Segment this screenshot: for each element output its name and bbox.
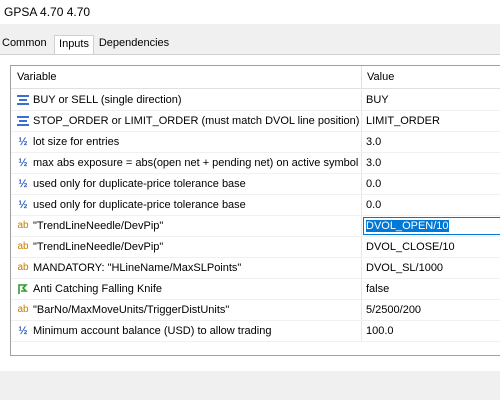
window-title: GPSA 4.70 4.70 <box>4 5 91 19</box>
variable-name: "BarNo/MaxMoveUnits/TriggerDistUnits" <box>33 304 230 316</box>
value-cell[interactable]: 3.0 <box>366 153 381 173</box>
table-row[interactable]: ½ lot size for entries 3.0 <box>11 132 500 153</box>
table-row[interactable]: BUY or SELL (single direction) BUY <box>11 90 500 111</box>
table-row[interactable]: ab "BarNo/MaxMoveUnits/TriggerDistUnits" 5… <box>11 300 500 321</box>
tab-common[interactable]: Common <box>2 35 47 53</box>
value-cell[interactable]: 0.0 <box>366 174 381 194</box>
table-row[interactable]: ab MANDATORY: "HLineName/MaxSLPoints" DVOL… <box>11 258 500 279</box>
variable-name: Minimum account balance (USD) to allow t… <box>33 325 272 337</box>
table-row[interactable]: ½ used only for duplicate-price tolerance… <box>11 174 500 195</box>
variable-name: used only for duplicate-price tolerance … <box>33 178 246 190</box>
grid-header: Variable Value <box>11 66 500 89</box>
table-row[interactable]: STOP_ORDER or LIMIT_ORDER (must match DV… <box>11 111 500 132</box>
tab-dependencies[interactable]: Dependencies <box>98 35 170 53</box>
table-row[interactable]: ½ Minimum account balance (USD) to allow … <box>11 321 500 342</box>
value-cell[interactable]: 0.0 <box>366 195 381 215</box>
fraction-icon: ½ <box>18 199 28 211</box>
column-separator <box>361 174 362 194</box>
column-separator <box>361 153 362 173</box>
inputs-panel: Variable Value BUY or SELL (single direc… <box>0 54 500 371</box>
column-separator <box>361 195 362 215</box>
variable-name: STOP_ORDER or LIMIT_ORDER (must match DV… <box>33 115 360 127</box>
string-icon: ab <box>17 241 29 252</box>
value-cell[interactable]: DVOL_CLOSE/10 <box>366 237 455 257</box>
bool-icon <box>16 279 30 299</box>
variable-name: max abs exposure = abs(open net + pendin… <box>33 157 359 169</box>
column-separator <box>361 321 362 341</box>
variable-name: lot size for entries <box>33 136 120 148</box>
variable-name: "TrendLineNeedle/DevPip" <box>33 220 164 232</box>
fraction-icon: ½ <box>18 136 28 148</box>
enum-icon <box>16 111 30 131</box>
fraction-icon: ½ <box>18 178 28 190</box>
variable-name: MANDATORY: "HLineName/MaxSLPoints" <box>33 262 242 274</box>
value-cell[interactable]: BUY <box>366 90 389 110</box>
value-cell[interactable]: 3.0 <box>366 132 381 152</box>
column-separator <box>361 279 362 299</box>
table-row[interactable]: Anti Catching Falling Knife false <box>11 279 500 300</box>
value-cell[interactable]: LIMIT_ORDER <box>366 111 440 131</box>
header-variable[interactable]: Variable <box>17 71 57 83</box>
grid-rows: BUY or SELL (single direction) BUY STOP_OR… <box>11 90 500 342</box>
value-selected-text[interactable]: DVOL_OPEN/10 <box>366 220 449 232</box>
title-bar: GPSA 4.70 4.70 <box>0 0 500 24</box>
header-separator[interactable] <box>361 66 362 88</box>
value-cell[interactable]: false <box>366 279 389 299</box>
inputs-grid: Variable Value BUY or SELL (single direc… <box>10 65 500 356</box>
table-row[interactable]: ½ max abs exposure = abs(open net + pendi… <box>11 153 500 174</box>
column-separator <box>361 216 362 236</box>
column-separator <box>361 132 362 152</box>
tab-inputs[interactable]: Inputs <box>54 35 94 54</box>
table-row[interactable]: ½ used only for duplicate-price tolerance… <box>11 195 500 216</box>
value-cell[interactable]: 5/2500/200 <box>366 300 421 320</box>
variable-name: Anti Catching Falling Knife <box>33 283 163 295</box>
fraction-icon: ½ <box>18 325 28 337</box>
variable-name: used only for duplicate-price tolerance … <box>33 199 246 211</box>
column-separator <box>361 300 362 320</box>
value-cell[interactable]: DVOL_SL/1000 <box>366 258 443 278</box>
string-icon: ab <box>17 262 29 273</box>
variable-name: BUY or SELL (single direction) <box>33 94 182 106</box>
enum-icon <box>16 90 30 110</box>
column-separator <box>361 258 362 278</box>
column-separator <box>361 237 362 257</box>
string-icon: ab <box>17 304 29 315</box>
fraction-icon: ½ <box>18 157 28 169</box>
value-editor[interactable]: DVOL_OPEN/10 <box>363 217 500 235</box>
string-icon: ab <box>17 220 29 231</box>
tab-strip: Common Inputs Dependencies <box>0 24 500 56</box>
table-row[interactable]: ab "TrendLineNeedle/DevPip" DVOL_CLOSE/10 <box>11 237 500 258</box>
column-separator <box>361 90 362 110</box>
header-value[interactable]: Value <box>367 71 394 83</box>
column-separator <box>361 111 362 131</box>
value-cell[interactable]: 100.0 <box>366 321 394 341</box>
table-row[interactable]: ab "TrendLineNeedle/DevPip" DVOL_OPEN/10 <box>11 216 500 237</box>
variable-name: "TrendLineNeedle/DevPip" <box>33 241 164 253</box>
